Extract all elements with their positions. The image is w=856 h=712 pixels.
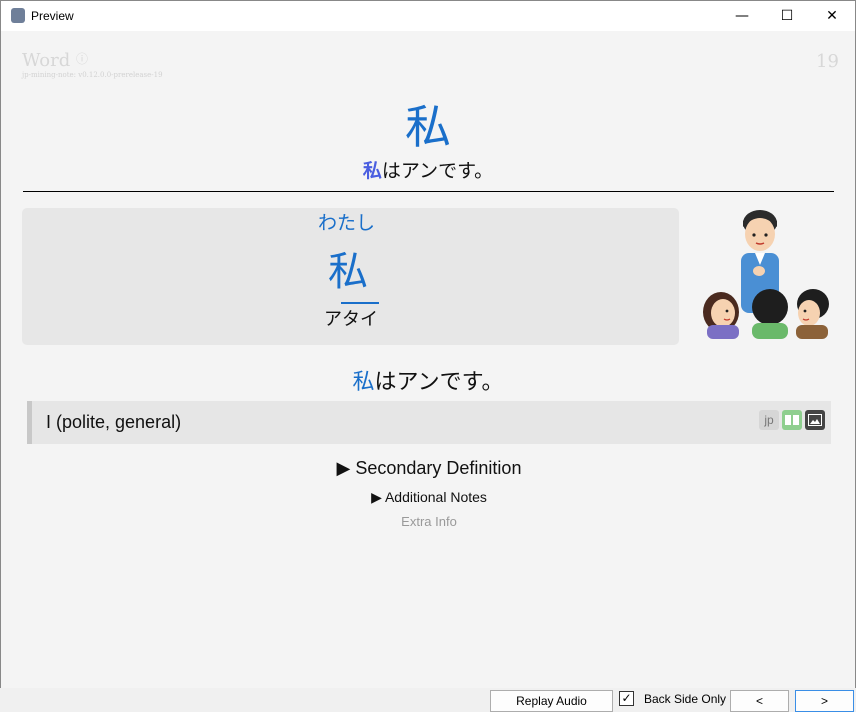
minimize-button[interactable]: — — [719, 1, 765, 31]
sentence-example-rest: はアンです。 — [374, 370, 504, 395]
footer-bar — [0, 688, 856, 712]
window-title: Preview — [31, 9, 74, 23]
preview-window: Preview — ☐ ✕ Word ⓘ jp-mining-note: v0.… — [0, 0, 856, 712]
image-icon[interactable] — [805, 410, 825, 430]
divider — [23, 191, 834, 192]
sentence-rest: はアンです。 — [381, 160, 494, 182]
additional-notes-toggle[interactable]: ▶ Additional Notes — [1, 489, 855, 506]
info-icon[interactable]: ⓘ — [76, 52, 88, 66]
card-number: 19 — [816, 51, 839, 72]
maximize-button[interactable]: ☐ — [764, 1, 810, 31]
next-button[interactable]: > — [795, 690, 854, 712]
reading-panel: わたし 私 アタイ — [22, 208, 679, 345]
close-button[interactable]: ✕ — [809, 1, 855, 31]
title-bar: Preview — ☐ ✕ — [1, 1, 855, 31]
replay-audio-button[interactable]: Replay Audio — [490, 690, 613, 712]
furigana: わたし — [318, 212, 376, 234]
note-type-label: Word ⓘ — [22, 50, 88, 71]
app-icon — [11, 8, 25, 23]
primary-definition: I (polite, general) jp — [27, 401, 831, 444]
sentence-example: 私はアンです。 — [1, 364, 855, 396]
jp-dictionary-tag[interactable]: jp — [759, 410, 779, 430]
back-side-only-label[interactable]: Back Side Only — [644, 692, 726, 706]
reading-kanji: 私 — [328, 249, 368, 295]
extra-info-toggle[interactable]: Extra Info — [1, 514, 855, 529]
previous-button[interactable]: < — [730, 690, 789, 712]
people-illustration[interactable] — [699, 209, 833, 339]
sentence-example-highlight: 私 — [352, 370, 375, 395]
word-display: 私 — [405, 100, 451, 154]
minimize-icon: — — [735, 8, 749, 24]
close-icon: ✕ — [826, 8, 838, 24]
sentence-display: 私はアンです。 — [1, 156, 855, 183]
version-text: jp-mining-note: v0.12.0.0-prerelease-19 — [22, 71, 163, 79]
definition-text: I (polite, general) — [46, 412, 182, 432]
sentence-highlight: 私 — [362, 160, 382, 182]
note-type-text: Word — [22, 50, 71, 71]
pitch-accent-line — [341, 302, 379, 304]
pitch-reading: アタイ — [324, 309, 378, 330]
maximize-icon: ☐ — [780, 8, 794, 24]
book-icon[interactable] — [782, 410, 802, 430]
card-preview: Word ⓘ jp-mining-note: v0.12.0.0-prerele… — [1, 31, 855, 691]
secondary-definition-toggle[interactable]: ▶ Secondary Definition — [1, 458, 855, 479]
back-side-only-checkbox[interactable]: ✓ — [619, 691, 634, 706]
